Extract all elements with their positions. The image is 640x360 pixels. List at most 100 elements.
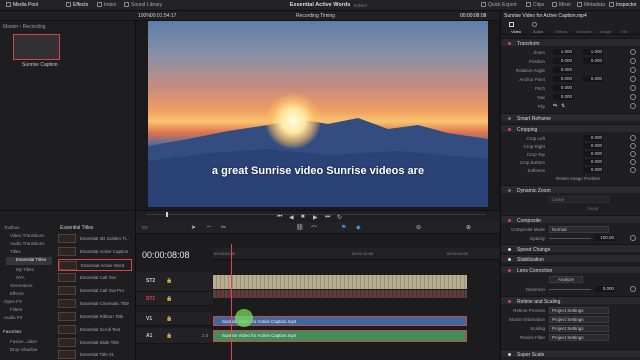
rotation-field[interactable]: 0.000 [553,67,573,73]
reset-icon[interactable] [630,159,636,165]
motion-estimation-select[interactable]: Project Settings [549,315,609,323]
effect-item-selected[interactable]: Essential Active Word [58,259,132,271]
link-icon[interactable]: ⛓ [296,224,304,231]
reset-icon[interactable] [630,94,636,100]
reset-icon[interactable] [630,135,636,141]
timing-label[interactable]: Recording Timing [296,13,335,19]
effect-item[interactable]: Essential Call Out [58,272,132,284]
resize-filter-select[interactable]: Project Settings [549,333,609,341]
tree-open-fx[interactable]: Open FX [4,299,22,304]
enable-toggle-icon[interactable] [508,257,511,261]
enable-toggle-icon[interactable] [508,188,511,192]
media-pool-button[interactable]: Media Pool [6,2,38,8]
loop-icon[interactable]: ↻ [337,214,342,221]
dynamic-zoom-section[interactable]: Dynamic Zoom [501,185,640,194]
distortion-field[interactable]: 0.000 [595,286,615,292]
composite-mode-select[interactable]: Normal [549,225,609,233]
tree-effects[interactable]: Effects [10,291,24,296]
metadata-button[interactable]: Metadata [577,2,605,8]
trim-tool-icon[interactable]: ⇔ [206,224,212,230]
tree-toolbox[interactable]: Toolbox [4,225,20,230]
anchor-x-field[interactable]: 0.000 [553,76,573,82]
select-tool-icon[interactable]: ➤ [191,224,196,231]
reset-icon[interactable] [630,58,636,64]
clip-thumbnail[interactable] [13,34,60,60]
scaling-select[interactable]: Project Settings [549,324,609,332]
flag-icon[interactable]: ⚑ [341,224,346,231]
super-scale-section[interactable]: Super Scale [501,349,640,358]
zoom-out-icon[interactable]: ⊖ [416,224,421,231]
tab-image[interactable]: Image [600,29,611,34]
effect-item[interactable]: Essential Title 01 [58,349,132,360]
effects-button[interactable]: Effects [66,2,88,8]
skip-forward-icon[interactable]: ⏭ [325,214,330,221]
tree-filters[interactable]: Filters [10,307,22,312]
inspector-button[interactable]: Inspector [609,2,637,8]
index-button[interactable]: Index [97,2,116,8]
timeline-ruler[interactable]: 00:00:00:00 00:01:12:00 00:02:24:00 [212,248,500,260]
effect-item[interactable]: Essential Slide Title [58,337,132,349]
crop-top-field[interactable]: 0.000 [583,151,603,157]
crop-left-field[interactable]: 0.000 [583,135,603,141]
dynamic-zoom-ease-select[interactable]: Linear [549,195,609,203]
anchor-y-field[interactable]: 0.000 [583,76,603,82]
quick-export-button[interactable]: Quick Export [481,2,517,8]
speed-change-section[interactable]: Speed Change [501,244,640,253]
transform-section[interactable]: Transform [501,38,640,47]
stop-icon[interactable]: ■ [301,214,305,220]
reset-icon[interactable] [630,151,636,157]
tree-video-transitions[interactable]: Video Transitions [10,233,44,238]
analyze-button[interactable]: Analyze [549,276,583,283]
effect-item[interactable]: Essential 3D Golden Ti... [58,233,132,245]
retime-process-select[interactable]: Project Settings [549,306,609,314]
crop-bottom-field[interactable]: 0.000 [583,159,603,165]
lock-icon[interactable]: 🔒 [166,316,172,322]
effect-item[interactable]: Essential Cinematic Title [58,298,132,310]
swap-button[interactable]: Swap [587,206,598,211]
reset-icon[interactable] [630,85,636,91]
reset-icon[interactable] [630,167,636,173]
tab-effects[interactable]: Effects [555,29,567,34]
subtitle-track-1-clips[interactable] [213,290,467,298]
layout-icon[interactable]: ▭ [142,224,148,231]
reset-icon[interactable] [630,235,636,241]
reset-icon[interactable] [630,49,636,55]
tree-audio-transitions[interactable]: Audio Transitions [10,241,45,246]
position-x-field[interactable]: 0.000 [553,58,573,64]
favorites-header[interactable]: Favorites [3,329,22,334]
marker-icon[interactable]: ◆ [356,224,361,231]
favorite-item[interactable]: Fusion...ation [10,339,37,344]
distortion-slider[interactable] [549,288,591,290]
reset-icon[interactable] [630,143,636,149]
cropping-section[interactable]: Cropping [501,124,640,133]
tree-sya[interactable]: SYA [16,275,25,280]
tree-essential-titles[interactable]: Essential Titles [6,257,52,265]
opacity-field[interactable]: 100.00 [595,235,615,241]
skip-back-icon[interactable]: ⏮ [277,214,282,221]
retime-scaling-section[interactable]: Retime and Scaling [501,296,640,305]
pitch-field[interactable]: 0.000 [553,85,573,91]
crop-right-field[interactable]: 0.000 [583,143,603,149]
subtitle-track-2-clips[interactable] [213,275,467,289]
play-reverse-icon[interactable]: ◀ [289,214,294,221]
tab-transition[interactable]: Transition [575,29,592,34]
lock-icon[interactable]: 🔒 [166,333,172,339]
lock-icon[interactable]: 🔒 [166,296,172,302]
zoom-y-field[interactable]: 1.000 [583,49,603,55]
retain-image-position-checkbox[interactable]: Retain Image Position [556,176,600,181]
yaw-field[interactable]: 0.000 [553,94,573,100]
enable-toggle-icon[interactable] [508,116,511,120]
enable-toggle-icon[interactable] [508,352,511,356]
zoom-x-field[interactable]: 1.000 [553,49,573,55]
opacity-slider[interactable] [549,237,591,239]
smart-reframe-section[interactable]: Smart Reframe [501,113,640,122]
position-y-field[interactable]: 0.000 [583,58,603,64]
flip-vertical-icon[interactable]: ⇅ [561,103,565,109]
play-icon[interactable]: ▶ [313,214,318,221]
enable-toggle-icon[interactable] [508,299,511,303]
tree-my-titles[interactable]: My Titles [16,267,34,272]
effect-item[interactable]: Essential Scroll Text [58,324,132,336]
blade-tool-icon[interactable]: ✂ [221,224,226,231]
lens-correction-section[interactable]: Lens Correction [501,265,640,274]
tab-file[interactable]: File [621,29,627,34]
